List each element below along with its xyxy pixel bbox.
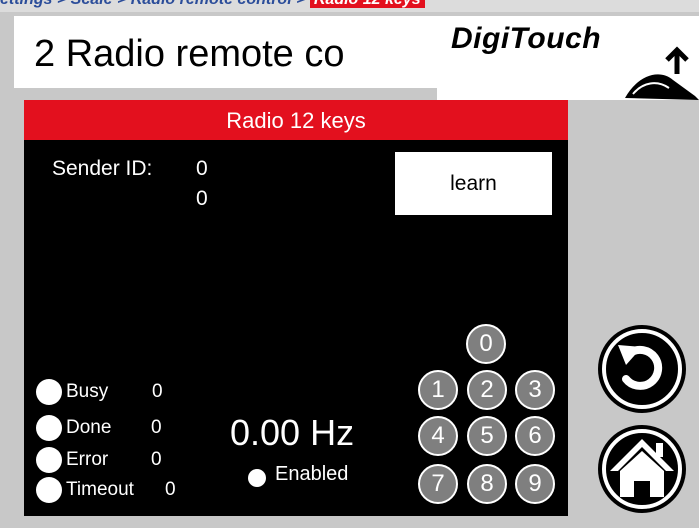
status-value: 0 [165,479,176,500]
status-value: 0 [151,417,162,438]
logo-hand-icon [625,46,699,100]
undo-arrow-icon [598,325,686,413]
enabled-label: Enabled [275,463,349,485]
breadcrumb-current: Radio 12 keys [309,0,425,8]
key-2[interactable]: 2 [467,370,507,410]
key-9[interactable]: 9 [515,464,555,504]
error-indicator-icon [36,447,62,473]
timeout-indicator-icon [36,477,62,503]
key-5[interactable]: 5 [467,416,507,456]
learn-button[interactable]: learn [395,152,552,215]
page-title: 2 Radio remote co [34,33,345,75]
digitouch-logo: DigiTouch [437,16,699,100]
home-icon [598,425,686,513]
panel-header: Radio 12 keys [24,100,568,140]
status-label: Busy [66,381,109,402]
done-indicator-icon [36,415,62,441]
key-6[interactable]: 6 [515,416,555,456]
status-value: 0 [152,381,163,402]
busy-indicator-icon [36,379,62,405]
breadcrumb: ettings > Scale > Radio remote control >… [0,0,699,12]
page-header: 2 Radio remote co [14,16,437,88]
back-button[interactable] [596,323,688,415]
status-label: Error [66,449,109,470]
sender-id-value-2: 0 [196,187,208,210]
sender-id-label: Sender ID: [52,157,153,180]
radio-panel: Sender ID: 0 0 learn Busy 0 Done 0 Error… [24,140,568,516]
key-3[interactable]: 3 [515,370,555,410]
sender-id-value-1: 0 [196,157,208,180]
key-8[interactable]: 8 [467,464,507,504]
home-button[interactable] [596,423,688,515]
key-1[interactable]: 1 [418,370,458,410]
panel-title: Radio 12 keys [226,108,366,133]
breadcrumb-path[interactable]: ettings > Scale > Radio remote control > [0,0,310,8]
enabled-indicator-icon [248,469,266,487]
frequency-readout: 0.00 Hz [230,412,355,453]
key-7[interactable]: 7 [418,464,458,504]
status-value: 0 [151,449,162,470]
status-label: Done [66,417,112,438]
status-label: Timeout [66,479,134,500]
key-0[interactable]: 0 [466,324,506,364]
key-4[interactable]: 4 [418,416,458,456]
